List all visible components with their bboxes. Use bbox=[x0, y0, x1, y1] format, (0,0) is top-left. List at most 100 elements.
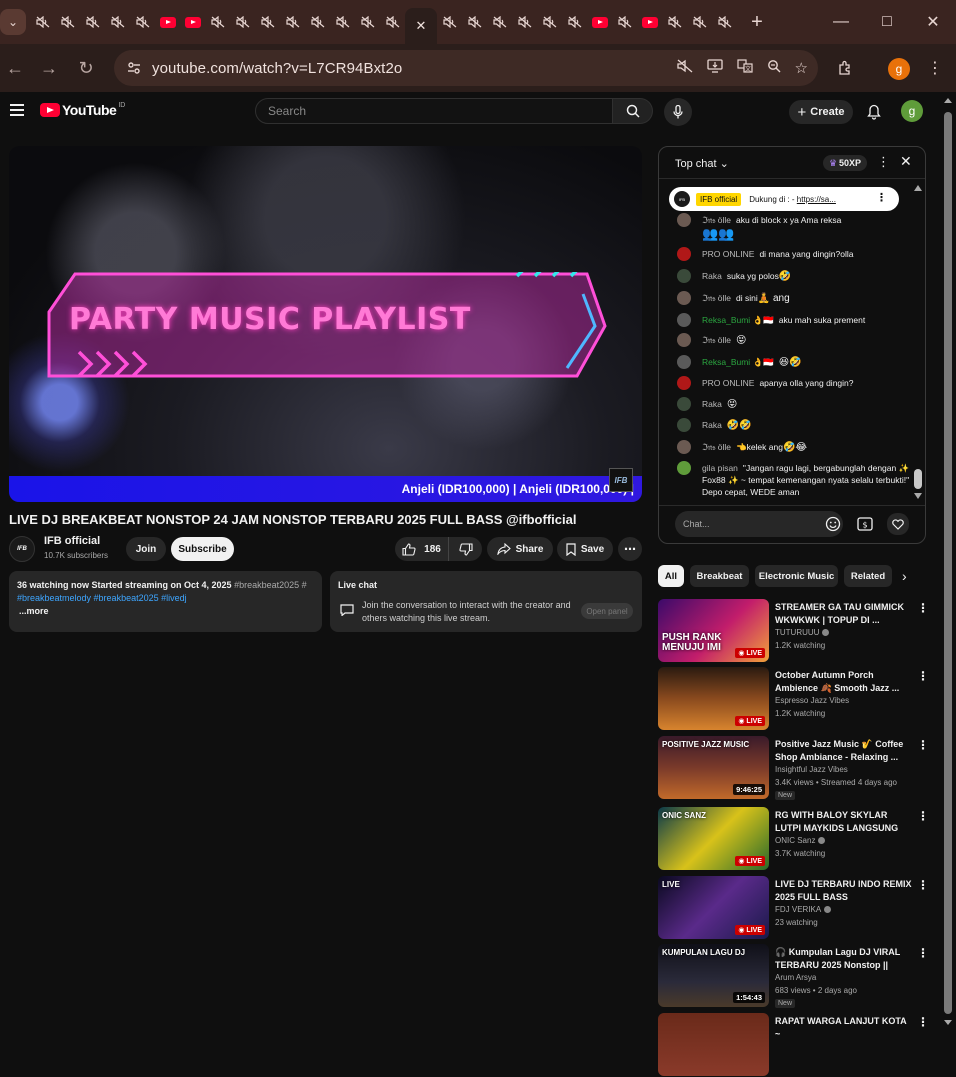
xp-badge[interactable]: ♛ 50XP bbox=[823, 155, 867, 171]
browser-tab[interactable] bbox=[55, 6, 80, 38]
browser-tab[interactable] bbox=[487, 6, 512, 38]
chat-author-name[interactable]: gila pisan bbox=[702, 463, 738, 473]
recommended-channel-name[interactable]: Arum Arsya bbox=[775, 973, 816, 982]
chat-close-icon[interactable]: ✕ bbox=[900, 153, 912, 170]
join-button[interactable]: Join bbox=[126, 537, 166, 561]
guide-menu-icon[interactable] bbox=[10, 104, 24, 116]
search-input[interactable]: Search bbox=[255, 98, 613, 124]
chat-author-avatar[interactable] bbox=[677, 376, 691, 390]
heart-reaction-button[interactable] bbox=[887, 513, 909, 535]
video-options-icon[interactable]: ⋮ bbox=[917, 809, 929, 823]
channel-watermark-logo[interactable]: IFB bbox=[609, 468, 633, 492]
active-browser-tab[interactable]: ✕ bbox=[405, 8, 437, 44]
recommended-channel-name[interactable]: TUTURUUU bbox=[775, 628, 819, 637]
chat-author-name[interactable]: Reksa_Bumi 👌🇮🇩 bbox=[702, 315, 774, 325]
filter-chip-breakbeat[interactable]: Breakbeat bbox=[690, 565, 749, 587]
pinned-message[interactable]: IFB IFB official Dukung di : - https://s… bbox=[669, 187, 899, 211]
video-player[interactable]: PARTY MUSIC PLAYLIST Anjeli (IDR100,000)… bbox=[9, 146, 642, 502]
chat-author-avatar[interactable] bbox=[677, 418, 691, 432]
pinned-more-icon[interactable]: ⋮ bbox=[876, 191, 887, 204]
share-button[interactable]: Share bbox=[487, 537, 553, 561]
browser-profile-avatar[interactable]: g bbox=[888, 58, 910, 80]
window-close-button[interactable]: ✕ bbox=[910, 0, 956, 44]
chat-author-name[interactable]: Raka bbox=[702, 271, 722, 281]
reload-button[interactable]: ↻ bbox=[68, 50, 104, 86]
chat-author-name[interactable]: ℑ𝔫𝔰 ölle bbox=[702, 215, 731, 225]
dislike-button[interactable] bbox=[448, 537, 482, 561]
zoom-icon[interactable] bbox=[767, 59, 781, 77]
site-settings-icon[interactable] bbox=[122, 56, 146, 80]
video-thumbnail[interactable]: KUMPULAN LAGU DJ 1:54:43 bbox=[658, 944, 769, 1007]
recommended-video[interactable]: LIVE ◉ LIVE LIVE DJ TERBARU INDO REMIX 202… bbox=[658, 876, 940, 940]
browser-tab[interactable] bbox=[280, 6, 305, 38]
chat-author-name[interactable]: PRO ONLINE bbox=[702, 378, 754, 388]
browser-tab[interactable] bbox=[687, 6, 712, 38]
recommended-video-title[interactable]: RAPAT WARGA LANJUT KOTA ~ bbox=[775, 1015, 913, 1041]
chat-author-avatar[interactable] bbox=[677, 440, 691, 454]
browser-tab[interactable] bbox=[662, 6, 687, 38]
chat-input[interactable]: Chat... bbox=[675, 511, 843, 537]
browser-tab[interactable] bbox=[380, 6, 405, 38]
voice-search-button[interactable] bbox=[664, 98, 692, 126]
back-button[interactable]: ← bbox=[0, 50, 33, 86]
chat-author-name[interactable]: PRO ONLINE bbox=[702, 249, 754, 259]
chat-author-name[interactable]: ℑ𝔫𝔰 ölle bbox=[702, 293, 731, 303]
youtube-logo[interactable]: YouTube ID bbox=[40, 102, 125, 118]
video-options-icon[interactable]: ⋮ bbox=[917, 1015, 929, 1029]
description-hashtags[interactable]: #breakbeatmelody #breakbeat2025 #livedj bbox=[17, 592, 314, 605]
search-button[interactable] bbox=[613, 98, 653, 124]
account-avatar[interactable]: g bbox=[901, 100, 923, 122]
page-scrollbar[interactable] bbox=[940, 92, 956, 1031]
recommended-channel-name[interactable]: Insightful Jazz Vibes bbox=[775, 765, 848, 774]
video-options-icon[interactable]: ⋮ bbox=[917, 601, 929, 615]
tab-muted-icon[interactable] bbox=[676, 59, 693, 77]
channel-name[interactable]: IFB official bbox=[44, 535, 100, 547]
description-box[interactable]: 36 watching now Started streaming on Oct… bbox=[9, 571, 322, 632]
scroll-up-arrow-icon[interactable] bbox=[944, 98, 952, 103]
browser-tab[interactable] bbox=[637, 6, 662, 38]
browser-tab[interactable] bbox=[437, 6, 462, 38]
recommended-video-title[interactable]: RG WITH BALOY SKYLAR LUTPI MAYKIDS LANGS… bbox=[775, 809, 913, 835]
close-tab-icon[interactable]: ✕ bbox=[416, 18, 427, 34]
video-thumbnail[interactable]: ◉ LIVE bbox=[658, 667, 769, 730]
browser-tab[interactable] bbox=[105, 6, 130, 38]
chat-mode-dropdown[interactable]: Top chat ⌄ bbox=[675, 157, 729, 170]
emoji-button[interactable] bbox=[823, 514, 843, 534]
recommended-video[interactable]: RAPAT WARGA LANJUT KOTA ~ ⋮ bbox=[658, 1013, 940, 1077]
video-options-icon[interactable]: ⋮ bbox=[917, 669, 929, 683]
pinned-link[interactable]: https://sa... bbox=[797, 195, 836, 204]
video-options-icon[interactable]: ⋮ bbox=[917, 946, 929, 960]
recommended-video[interactable]: KUMPULAN LAGU DJ 1:54:43 🎧 Kumpulan Lagu D… bbox=[658, 944, 940, 1008]
install-app-icon[interactable] bbox=[706, 59, 723, 77]
recommended-video[interactable]: ONIC SANZ ◉ LIVE RG WITH BALOY SKYLAR LUTP… bbox=[658, 807, 940, 871]
recommended-video-title[interactable]: Positive Jazz Music 🎷 Coffee Shop Ambian… bbox=[775, 738, 913, 764]
chat-author-avatar[interactable] bbox=[677, 291, 691, 305]
page-scrollbar-thumb[interactable] bbox=[944, 112, 952, 1014]
notifications-button[interactable] bbox=[864, 102, 884, 122]
chat-author-name[interactable]: Reksa_Bumi 👌🇮🇩 bbox=[702, 357, 774, 367]
chat-scrollbar-thumb[interactable] bbox=[914, 469, 922, 489]
subscribe-button[interactable]: Subscribe bbox=[171, 537, 234, 561]
save-button[interactable]: Save bbox=[557, 537, 613, 561]
recommended-video[interactable]: PUSH RANK MENUJU IMI ◉ LIVE STREAMER GA TA… bbox=[658, 599, 940, 663]
chat-author-avatar[interactable] bbox=[677, 355, 691, 369]
browser-tab[interactable] bbox=[205, 6, 230, 38]
filter-chip-related[interactable]: Related bbox=[844, 565, 892, 587]
like-button[interactable]: 186 bbox=[395, 537, 448, 561]
chat-scrollbar[interactable] bbox=[913, 185, 925, 501]
video-thumbnail[interactable] bbox=[658, 1013, 769, 1076]
chat-more-icon[interactable]: ⋮ bbox=[877, 154, 890, 170]
recommended-video-title[interactable]: LIVE DJ TERBARU INDO REMIX 2025 FULL BAS… bbox=[775, 878, 913, 904]
recommended-video-title[interactable]: October Autumn Porch Ambience 🍂 Smooth J… bbox=[775, 669, 913, 695]
chat-scroll-down-icon[interactable] bbox=[914, 493, 922, 499]
video-thumbnail[interactable]: POSITIVE JAZZ MUSIC 9:46:25 bbox=[658, 736, 769, 799]
browser-tab[interactable] bbox=[230, 6, 255, 38]
browser-tab[interactable] bbox=[512, 6, 537, 38]
video-options-icon[interactable]: ⋮ bbox=[917, 738, 929, 752]
minimize-button[interactable]: — bbox=[818, 0, 864, 44]
recommended-video-title[interactable]: 🎧 Kumpulan Lagu DJ VIRAL TERBARU 2025 No… bbox=[775, 946, 913, 972]
browser-tab[interactable] bbox=[712, 6, 737, 38]
chips-next-icon[interactable]: › bbox=[902, 568, 907, 584]
video-options-icon[interactable]: ⋮ bbox=[917, 878, 929, 892]
browser-tab[interactable] bbox=[355, 6, 380, 38]
